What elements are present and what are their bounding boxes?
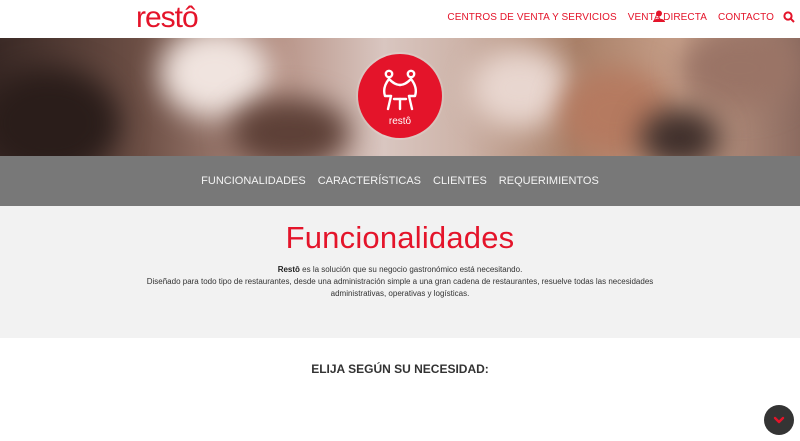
nav-centros-de-venta[interactable]: CENTROS DE VENTA Y SERVICIOS: [447, 12, 616, 23]
top-header: restô CENTROS DE VENTA Y SERVICIOS VENTA…: [0, 0, 800, 38]
intro-line-2: Diseñado para todo tipo de restaurantes,…: [146, 277, 654, 286]
chevron-down-icon: [773, 416, 785, 424]
top-nav: CENTROS DE VENTA Y SERVICIOS VENTA DIREC…: [447, 12, 774, 23]
intro-line-1-text: es la solución que su negocio gastronómi…: [299, 265, 523, 274]
tab-clientes[interactable]: CLIENTES: [433, 175, 487, 187]
intro-line-1: Restô es la solución que su negocio gast…: [0, 264, 800, 276]
section-subnav: FUNCIONALIDADES CARACTERÍSTICAS CLIENTES…: [0, 156, 800, 206]
nav-contacto[interactable]: CONTACTO: [718, 12, 774, 23]
hero-banner: restô: [0, 38, 800, 156]
section-title: Funcionalidades: [285, 220, 515, 255]
funcionalidades-section: Funcionalidades Restô es la solución que…: [0, 206, 800, 338]
user-icon[interactable]: [652, 10, 666, 22]
choose-heading: ELIJA SEGÚN SU NECESIDAD:: [311, 362, 489, 376]
resto-badge: restô: [358, 54, 442, 138]
tab-caracteristicas[interactable]: CARACTERÍSTICAS: [318, 175, 421, 187]
tab-funcionalidades[interactable]: FUNCIONALIDADES: [201, 175, 306, 187]
intro-brand: Restô: [277, 265, 300, 274]
nav-venta-directa[interactable]: VENTA DIRECTA: [628, 12, 707, 23]
search-icon[interactable]: [782, 10, 796, 24]
section-intro: Restô es la solución que su negocio gast…: [0, 264, 800, 300]
site-logo[interactable]: restô: [136, 2, 199, 34]
badge-text: restô: [388, 116, 412, 127]
scroll-down-button[interactable]: [764, 405, 794, 435]
intro-line-3: administrativas, operativas y logísticas…: [330, 289, 470, 298]
tab-requerimientos[interactable]: REQUERIMIENTOS: [499, 175, 599, 187]
